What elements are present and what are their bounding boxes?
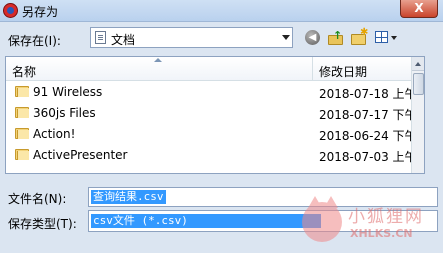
- watermark-cn: 小狐狸网: [348, 207, 424, 227]
- up-folder-button[interactable]: ↑: [327, 29, 344, 46]
- back-button[interactable]: ◀: [305, 30, 320, 45]
- list-header: 名称 修改日期: [6, 57, 411, 81]
- column-divider[interactable]: [312, 57, 313, 81]
- filename-value: 查询结果.csv: [91, 190, 166, 204]
- filetype-label: 保存类型(T):: [8, 217, 77, 231]
- chevron-down-icon[interactable]: [282, 35, 290, 40]
- list-item[interactable]: 91 Wireless 2018-07-18 上午: [6, 82, 417, 103]
- file-list[interactable]: 名称 修改日期 91 Wireless 2018-07-18 上午 360js …: [5, 56, 425, 174]
- item-name: ActivePresenter: [33, 148, 128, 162]
- save-in-label: 保存在(I):: [8, 34, 61, 48]
- sort-up-icon: [154, 58, 162, 62]
- item-date: 2018-07-18 上午: [319, 87, 417, 101]
- document-icon: [95, 31, 106, 44]
- title-bar: 另存为 X: [0, 0, 443, 22]
- list-item[interactable]: 360js Files 2018-07-17 下午: [6, 103, 417, 124]
- vertical-scrollbar[interactable]: [411, 57, 424, 173]
- column-header-name[interactable]: 名称: [12, 63, 36, 80]
- folder-icon: [15, 128, 29, 139]
- folder-icon: [15, 107, 29, 118]
- folder-icon: [15, 149, 29, 160]
- window-title: 另存为: [22, 5, 59, 19]
- item-name: Action!: [33, 127, 76, 141]
- list-item[interactable]: ActivePresenter 2018-07-03 上午: [6, 145, 417, 166]
- folder-icon: [15, 86, 29, 97]
- fox-logo-icon: [302, 196, 342, 242]
- app-icon: [3, 3, 18, 18]
- item-name: 91 Wireless: [33, 85, 103, 99]
- item-date: 2018-07-17 下午: [319, 108, 417, 122]
- item-date: 2018-07-03 上午: [319, 150, 417, 164]
- sparkle-icon: ✱: [360, 27, 369, 38]
- watermark-en: XHLKS.CN: [350, 227, 413, 240]
- scroll-up-button[interactable]: [412, 57, 424, 71]
- view-grid-icon: [375, 31, 388, 43]
- column-header-date[interactable]: 修改日期: [319, 63, 367, 80]
- new-folder-button[interactable]: ✱: [350, 27, 369, 46]
- view-menu-button[interactable]: [374, 29, 400, 46]
- filename-label: 文件名(N):: [8, 192, 67, 206]
- close-button[interactable]: X: [400, 0, 438, 18]
- item-name: 360js Files: [33, 106, 96, 120]
- save-in-dropdown[interactable]: 文档: [90, 27, 293, 48]
- up-arrow-icon: ↑: [333, 29, 343, 42]
- item-date: 2018-06-24 下午: [319, 129, 417, 143]
- chevron-down-icon: [391, 36, 397, 40]
- filetype-value: csv文件 (*.csv): [91, 214, 321, 228]
- watermark: 小狐狸网 XHLKS.CN: [300, 196, 443, 253]
- save-in-value: 文档: [111, 33, 136, 47]
- list-item[interactable]: Action! 2018-06-24 下午: [6, 124, 417, 145]
- scroll-thumb[interactable]: [413, 73, 424, 95]
